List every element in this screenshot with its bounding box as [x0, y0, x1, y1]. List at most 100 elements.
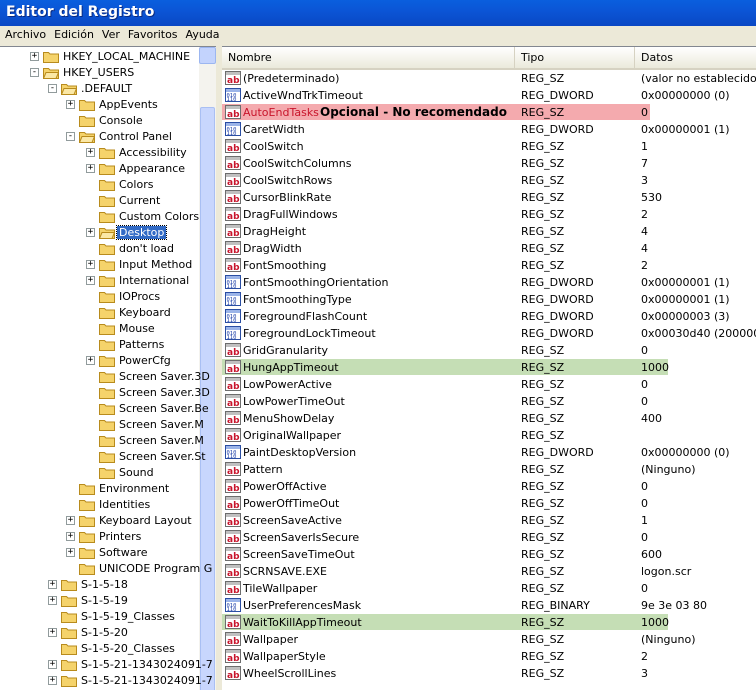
- registry-value-row[interactable]: ab OriginalWallpaper REG_SZ: [222, 427, 756, 444]
- expander-icon[interactable]: +: [86, 228, 95, 237]
- registry-value-row[interactable]: ab HungAppTimeout REG_SZ 1000: [222, 359, 756, 376]
- expander-icon[interactable]: +: [48, 628, 57, 637]
- tree-node[interactable]: + Appearance: [0, 161, 199, 177]
- tree-node[interactable]: Sound: [0, 465, 199, 481]
- scroll-up-button[interactable]: [199, 47, 216, 64]
- registry-value-row[interactable]: ab CoolSwitch REG_SZ 1: [222, 138, 756, 155]
- registry-value-row[interactable]: ab ScreenSaveTimeOut REG_SZ 600: [222, 546, 756, 563]
- tree-node[interactable]: + S-1-5-21-1343024091-7: [0, 657, 213, 673]
- registry-value-row[interactable]: 010 110 ActiveWndTrkTimeout REG_DWORD 0x0000…: [222, 87, 756, 104]
- expander-icon[interactable]: +: [86, 276, 95, 285]
- menu-edicion[interactable]: Edición: [49, 26, 97, 41]
- registry-value-row[interactable]: ab DragHeight REG_SZ 4: [222, 223, 756, 240]
- tree-node[interactable]: Keyboard: [0, 305, 199, 321]
- registry-value-row[interactable]: ab CoolSwitchRows REG_SZ 3: [222, 172, 756, 189]
- tree-node[interactable]: IOProcs: [0, 289, 199, 305]
- title-bar[interactable]: Editor del Registro: [0, 0, 756, 26]
- expander-icon[interactable]: +: [48, 580, 57, 589]
- registry-value-row[interactable]: ab CoolSwitchColumns REG_SZ 7: [222, 155, 756, 172]
- tree-node[interactable]: Screen Saver.M: [0, 417, 204, 433]
- tree-node[interactable]: + S-1-5-19: [0, 593, 199, 609]
- expander-icon[interactable]: +: [86, 148, 95, 157]
- registry-value-row[interactable]: 010 110 CaretWidth REG_DWORD 0x00000001 (1): [222, 121, 756, 138]
- registry-value-row[interactable]: ab PowerOffTimeOut REG_SZ 0: [222, 495, 756, 512]
- registry-value-row[interactable]: ab FontSmoothing REG_SZ 2: [222, 257, 756, 274]
- registry-value-row[interactable]: ab DragWidth REG_SZ 4: [222, 240, 756, 257]
- tree-node[interactable]: + HKEY_LOCAL_MACHINE: [0, 49, 199, 65]
- registry-value-row[interactable]: ab WallpaperStyle REG_SZ 2: [222, 648, 756, 665]
- registry-value-row[interactable]: ab AutoEndTasks Opcional - No recomendado R…: [222, 104, 756, 121]
- tree-node[interactable]: + Accessibility: [0, 145, 199, 161]
- expander-icon[interactable]: +: [66, 548, 75, 557]
- registry-value-row[interactable]: ab GridGranularity REG_SZ 0: [222, 342, 756, 359]
- menu-ayuda[interactable]: Ayuda: [181, 26, 223, 41]
- tree-node[interactable]: Screen Saver.3D: [0, 385, 210, 401]
- expander-icon[interactable]: +: [66, 532, 75, 541]
- expander-icon[interactable]: +: [86, 356, 95, 365]
- registry-value-row[interactable]: ab LowPowerActive REG_SZ 0: [222, 376, 756, 393]
- tree-node[interactable]: S-1-5-19_Classes: [0, 609, 199, 625]
- tree-node[interactable]: Mouse: [0, 321, 199, 337]
- expander-icon[interactable]: +: [48, 660, 57, 669]
- expander-icon[interactable]: +: [30, 52, 39, 61]
- registry-value-row[interactable]: 010 110 ForegroundLockTimeout REG_DWORD 0x00…: [222, 325, 756, 342]
- expander-icon[interactable]: +: [48, 676, 57, 685]
- registry-value-row[interactable]: ab (Predeterminado) REG_SZ (valor no establ…: [222, 70, 756, 87]
- registry-value-row[interactable]: ab Pattern REG_SZ (Ninguno): [222, 461, 756, 478]
- tree-node[interactable]: Screen Saver.M: [0, 433, 204, 449]
- tree-node[interactable]: + Input Method: [0, 257, 199, 273]
- tree-node[interactable]: + PowerCfg: [0, 353, 199, 369]
- tree-node[interactable]: UNICODE Program G: [0, 561, 212, 577]
- tree-node[interactable]: S-1-5-20_Classes: [0, 641, 199, 657]
- registry-value-row[interactable]: ab PowerOffActive REG_SZ 0: [222, 478, 756, 495]
- registry-value-row[interactable]: 010 110 UserPreferencesMask REG_BINARY 9e 3e…: [222, 597, 756, 614]
- expander-icon[interactable]: -: [48, 84, 57, 93]
- tree-scrollbar[interactable]: [199, 47, 216, 690]
- tree-node[interactable]: Screen Saver.Be: [0, 401, 209, 417]
- registry-value-row[interactable]: ab ScreenSaveActive REG_SZ 1: [222, 512, 756, 529]
- registry-tree[interactable]: + HKEY_LOCAL_MACHINE - HKEY_USERS - .DEFAULT +…: [0, 46, 216, 690]
- tree-node[interactable]: + S-1-5-21-1343024091-7: [0, 673, 213, 689]
- expander-icon[interactable]: +: [86, 164, 95, 173]
- tree-node[interactable]: Screen Saver.St: [0, 449, 206, 465]
- tree-node[interactable]: - Control Panel: [0, 129, 199, 145]
- column-header-name[interactable]: Nombre: [222, 47, 515, 68]
- expander-icon[interactable]: +: [66, 100, 75, 109]
- tree-node[interactable]: don't load: [0, 241, 199, 257]
- expander-icon[interactable]: +: [86, 260, 95, 269]
- tree-node[interactable]: Custom Colors: [0, 209, 199, 225]
- tree-node[interactable]: Patterns: [0, 337, 199, 353]
- tree-node[interactable]: Environment: [0, 481, 199, 497]
- tree-node[interactable]: - HKEY_USERS: [0, 65, 199, 81]
- tree-node[interactable]: + Desktop: [0, 225, 199, 241]
- tree-node[interactable]: + Software: [0, 545, 199, 561]
- registry-value-row[interactable]: ab Wallpaper REG_SZ (Ninguno): [222, 631, 756, 648]
- tree-node[interactable]: + S-1-5-18: [0, 577, 199, 593]
- registry-value-row[interactable]: 010 110 ForegroundFlashCount REG_DWORD 0x000…: [222, 308, 756, 325]
- registry-value-row[interactable]: 010 110 FontSmoothingOrientation REG_DWORD 0…: [222, 274, 756, 291]
- registry-value-row[interactable]: ab SCRNSAVE.EXE REG_SZ logon.scr: [222, 563, 756, 580]
- menu-ver[interactable]: Ver: [97, 26, 123, 41]
- registry-value-row[interactable]: ab WaitToKillAppTimeout REG_SZ 1000: [222, 614, 756, 631]
- tree-node[interactable]: Identities: [0, 497, 199, 513]
- tree-node[interactable]: + Printers: [0, 529, 199, 545]
- tree-node[interactable]: Console: [0, 113, 199, 129]
- registry-value-row[interactable]: 010 110 FontSmoothingType REG_DWORD 0x000000…: [222, 291, 756, 308]
- expander-icon[interactable]: -: [30, 68, 39, 77]
- tree-node[interactable]: - .DEFAULT: [0, 81, 199, 97]
- registry-value-row[interactable]: ab CursorBlinkRate REG_SZ 530: [222, 189, 756, 206]
- menu-favoritos[interactable]: Favoritos: [123, 26, 181, 41]
- tree-node[interactable]: + International: [0, 273, 199, 289]
- menu-archivo[interactable]: Archivo: [0, 26, 49, 41]
- expander-icon[interactable]: -: [66, 132, 75, 141]
- tree-node[interactable]: + S-1-5-20: [0, 625, 199, 641]
- expander-icon[interactable]: +: [66, 516, 75, 525]
- registry-value-row[interactable]: ab TileWallpaper REG_SZ 0: [222, 580, 756, 597]
- tree-node[interactable]: Colors: [0, 177, 199, 193]
- registry-value-row[interactable]: ab DragFullWindows REG_SZ 2: [222, 206, 756, 223]
- registry-value-row[interactable]: ab LowPowerTimeOut REG_SZ 0: [222, 393, 756, 410]
- column-header-type[interactable]: Tipo: [515, 47, 635, 68]
- expander-icon[interactable]: +: [48, 596, 57, 605]
- registry-value-row[interactable]: ab ScreenSaverIsSecure REG_SZ 0: [222, 529, 756, 546]
- tree-node[interactable]: Current: [0, 193, 199, 209]
